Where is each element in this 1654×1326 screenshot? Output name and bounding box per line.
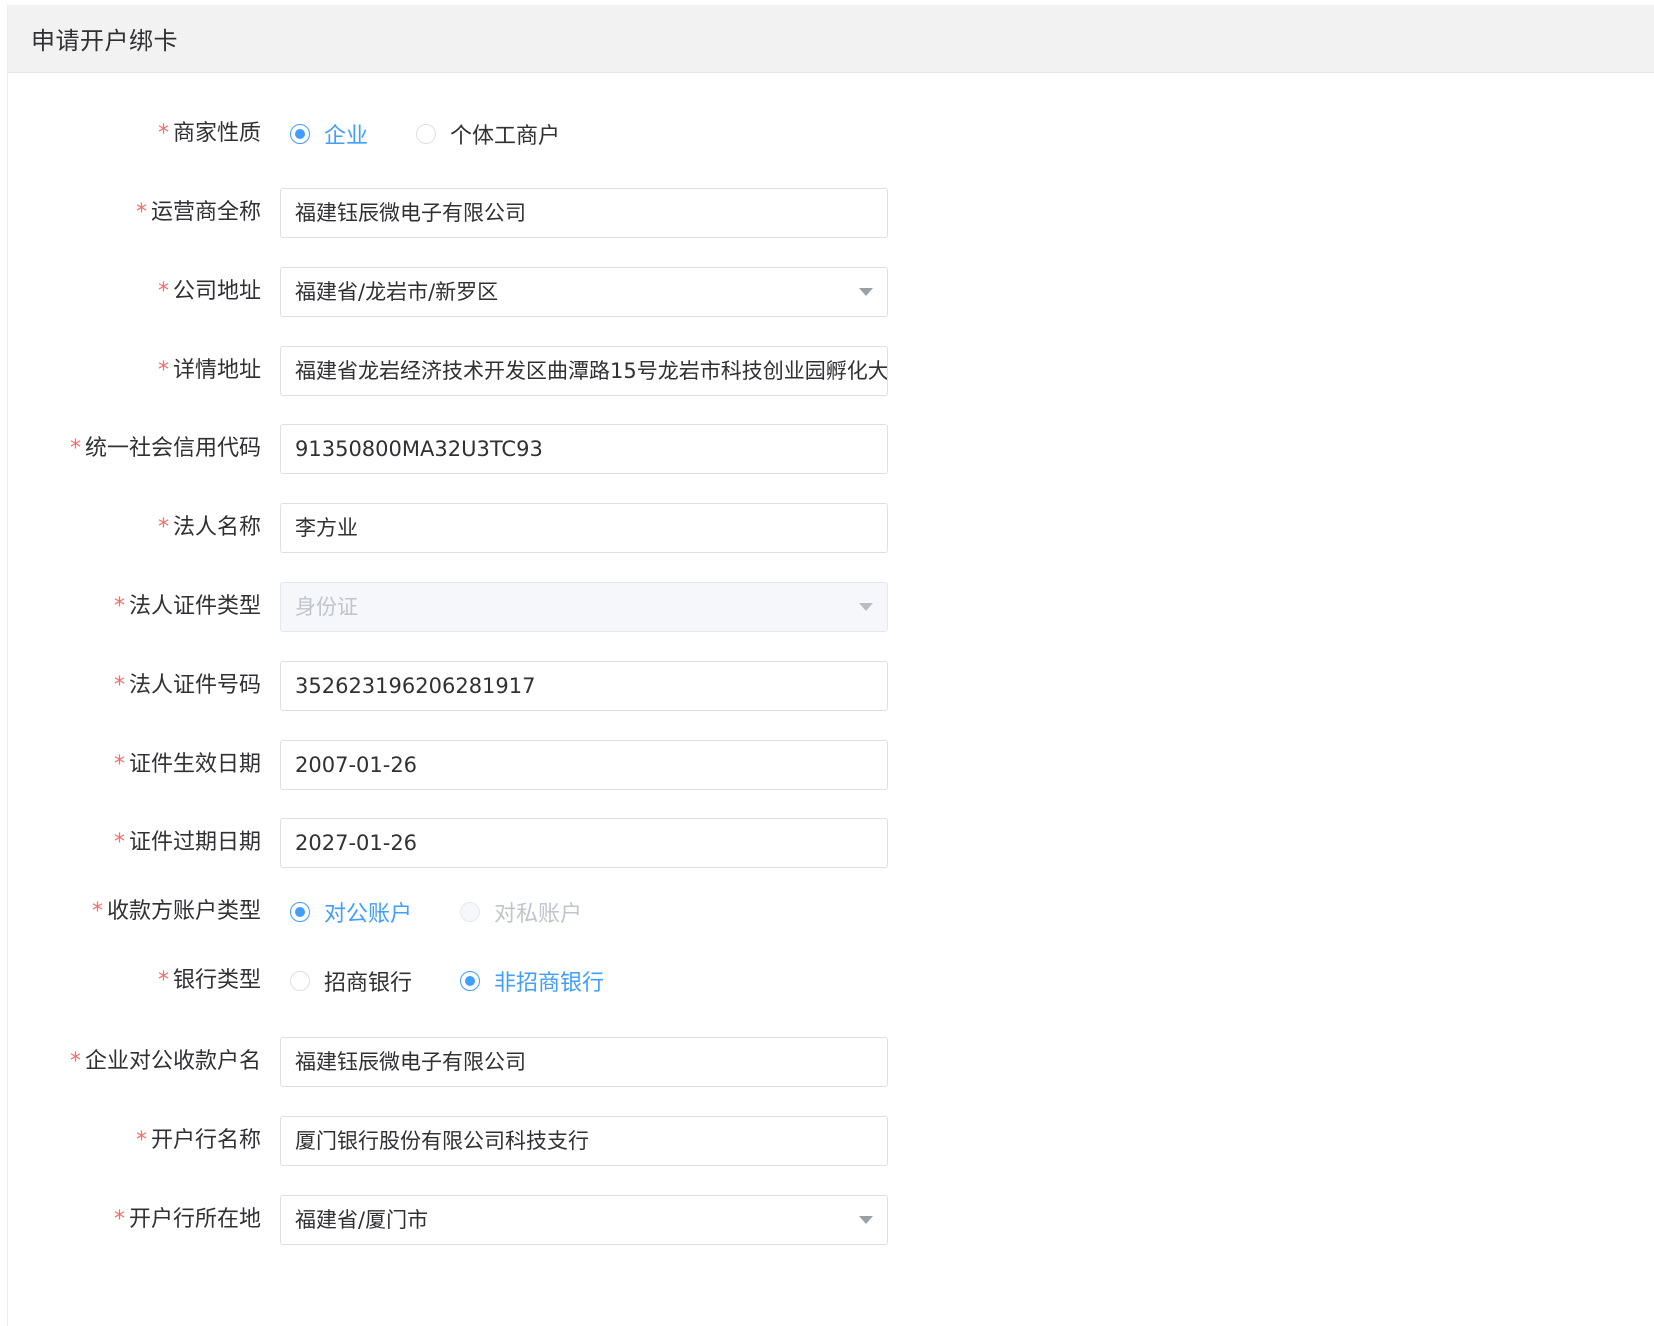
radio-circle-icon[interactable] bbox=[416, 124, 437, 144]
open-account-form: * 商家性质 企业 个体工商户 * 运营商全称 福建钰辰微电子有限公司 * 公司地址 … bbox=[8, 5, 1654, 1326]
detail-address-input[interactable]: 福建省龙岩经济技术开发区曲潭路15号龙岩市科技创业园孵化大 bbox=[280, 346, 888, 396]
radio-circle-icon[interactable] bbox=[290, 971, 310, 991]
credit-code-label: * 统一社会信用代码 bbox=[69, 436, 261, 461]
bank-location-value: 福建省/厦门市 bbox=[295, 1208, 429, 1232]
radio-circle-icon[interactable] bbox=[460, 971, 481, 991]
legal-id-type-select: 身份证 bbox=[280, 582, 888, 632]
required-mark: * bbox=[157, 515, 169, 540]
radio-label[interactable]: 对公账户 bbox=[324, 896, 412, 928]
required-mark: * bbox=[113, 830, 125, 855]
legal-id-type-value: 身份证 bbox=[295, 595, 358, 619]
radio-circle-icon[interactable] bbox=[290, 902, 310, 922]
chevron-down-icon bbox=[859, 603, 873, 611]
id-valid-to-input[interactable]: 2027-01-26 bbox=[280, 818, 888, 868]
form-row-company-address: * 公司地址 福建省/龙岩市/新罗区 bbox=[8, 267, 1654, 317]
required-mark: * bbox=[157, 968, 169, 993]
required-mark: * bbox=[157, 279, 169, 304]
required-mark: * bbox=[157, 121, 169, 146]
form-row-corporate-account-name: * 企业对公收款户名 福建钰辰微电子有限公司 bbox=[8, 1037, 1654, 1087]
bank-name-input[interactable]: 厦门银行股份有限公司科技支行 bbox=[280, 1116, 888, 1166]
open-account-page: 申请开户绑卡 * 商家性质 企业 个体工商户 * 运营商全称 福建钰辰微电子有限公司 bbox=[7, 5, 1654, 1326]
payee-account-type-radio-group: 对公账户 对私账户 bbox=[290, 887, 582, 937]
form-row-id-valid-to: * 证件过期日期 2027-01-26 bbox=[8, 818, 1654, 868]
detail-address-label: * 详情地址 bbox=[157, 358, 261, 383]
radio-individual-business[interactable]: 个体工商户 bbox=[416, 118, 560, 150]
required-mark: * bbox=[69, 436, 81, 461]
required-mark: * bbox=[113, 752, 125, 777]
required-mark: * bbox=[113, 1207, 125, 1232]
form-row-bank-name: * 开户行名称 厦门银行股份有限公司科技支行 bbox=[8, 1116, 1654, 1166]
required-mark: * bbox=[157, 358, 169, 383]
radio-label[interactable]: 个体工商户 bbox=[450, 118, 560, 150]
form-row-legal-person-name: * 法人名称 李方业 bbox=[8, 503, 1654, 553]
required-mark: * bbox=[113, 594, 125, 619]
radio-cmb[interactable]: 招商银行 bbox=[290, 965, 412, 997]
radio-circle-icon bbox=[460, 902, 481, 922]
form-row-bank-type: * 银行类型 招商银行 非招商银行 bbox=[8, 956, 1654, 1006]
radio-label: 对私账户 bbox=[494, 902, 583, 927]
bank-location-label: * 开户行所在地 bbox=[113, 1207, 261, 1232]
merchant-type-label: * 商家性质 bbox=[157, 121, 261, 146]
form-row-payee-account-type: * 收款方账户类型 对公账户 对私账户 bbox=[8, 887, 1654, 937]
bank-location-select[interactable]: 福建省/厦门市 bbox=[280, 1195, 888, 1245]
form-row-operator-name: * 运营商全称 福建钰辰微电子有限公司 bbox=[8, 188, 1654, 238]
bank-type-radio-group: 招商银行 非招商银行 bbox=[290, 956, 604, 1006]
form-row-merchant-type: * 商家性质 企业 个体工商户 bbox=[8, 109, 1654, 159]
required-mark: * bbox=[113, 673, 125, 698]
form-row-bank-location: * 开户行所在地 福建省/厦门市 bbox=[8, 1195, 1654, 1245]
operator-name-label: * 运营商全称 bbox=[135, 200, 261, 225]
radio-corporate-account[interactable]: 对公账户 bbox=[290, 896, 412, 928]
bank-type-label: * 银行类型 bbox=[157, 968, 261, 993]
form-row-legal-id-type: * 法人证件类型 身份证 bbox=[8, 582, 1654, 632]
legal-id-number-input[interactable]: 352623196206281917 bbox=[280, 661, 888, 711]
radio-label[interactable]: 招商银行 bbox=[324, 965, 412, 997]
company-address-select[interactable]: 福建省/龙岩市/新罗区 bbox=[280, 267, 888, 317]
chevron-down-icon[interactable] bbox=[859, 1216, 873, 1224]
form-row-id-valid-from: * 证件生效日期 2007-01-26 bbox=[8, 740, 1654, 790]
bank-name-label: * 开户行名称 bbox=[135, 1128, 261, 1153]
form-row-legal-id-number: * 法人证件号码 352623196206281917 bbox=[8, 661, 1654, 711]
radio-label[interactable]: 非招商银行 bbox=[494, 965, 604, 997]
required-mark: * bbox=[69, 1049, 81, 1074]
required-mark: * bbox=[91, 899, 103, 924]
form-row-detail-address: * 详情地址 福建省龙岩经济技术开发区曲潭路15号龙岩市科技创业园孵化大 bbox=[8, 346, 1654, 396]
radio-circle-icon[interactable] bbox=[290, 124, 310, 144]
legal-id-type-label: * 法人证件类型 bbox=[113, 594, 261, 619]
form-row-credit-code: * 统一社会信用代码 91350800MA32U3TC93 bbox=[8, 424, 1654, 474]
corporate-account-name-input[interactable]: 福建钰辰微电子有限公司 bbox=[280, 1037, 888, 1087]
required-mark: * bbox=[135, 200, 147, 225]
required-mark: * bbox=[135, 1128, 147, 1153]
legal-person-name-input[interactable]: 李方业 bbox=[280, 503, 888, 553]
corporate-account-name-label: * 企业对公收款户名 bbox=[69, 1049, 261, 1074]
id-valid-from-label: * 证件生效日期 bbox=[113, 752, 261, 777]
merchant-type-radio-group: 企业 个体工商户 bbox=[290, 109, 560, 159]
id-valid-to-label: * 证件过期日期 bbox=[113, 830, 261, 855]
radio-private-account: 对私账户 bbox=[460, 896, 582, 928]
credit-code-input[interactable]: 91350800MA32U3TC93 bbox=[280, 424, 888, 474]
radio-enterprise[interactable]: 企业 bbox=[290, 118, 368, 150]
legal-person-name-label: * 法人名称 bbox=[157, 515, 261, 540]
legal-id-number-label: * 法人证件号码 bbox=[113, 673, 261, 698]
company-address-value: 福建省/龙岩市/新罗区 bbox=[295, 280, 499, 304]
chevron-down-icon[interactable] bbox=[859, 288, 873, 296]
operator-name-input[interactable]: 福建钰辰微电子有限公司 bbox=[280, 188, 888, 238]
payee-account-type-label: * 收款方账户类型 bbox=[91, 899, 261, 924]
company-address-label: * 公司地址 bbox=[157, 279, 261, 304]
radio-non-cmb[interactable]: 非招商银行 bbox=[460, 965, 604, 997]
id-valid-from-input[interactable]: 2007-01-26 bbox=[280, 740, 888, 790]
radio-label[interactable]: 企业 bbox=[324, 118, 368, 150]
